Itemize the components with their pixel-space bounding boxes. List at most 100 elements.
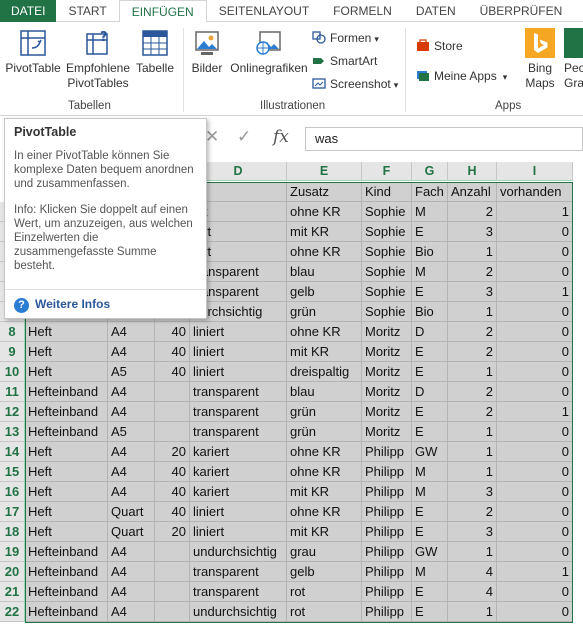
table-cell[interactable]: kariert: [190, 462, 287, 482]
table-cell[interactable]: undurchsichtig: [190, 602, 287, 622]
table-cell[interactable]: 1: [448, 362, 497, 382]
table-cell[interactable]: 1: [448, 602, 497, 622]
table-cell[interactable]: A4: [108, 442, 155, 462]
bing-maps-button[interactable]: Bing Maps: [520, 22, 560, 91]
table-cell[interactable]: ohne KR: [287, 502, 362, 522]
table-cell[interactable]: E: [412, 502, 448, 522]
insert-function-icon[interactable]: fx: [273, 127, 289, 147]
row-header[interactable]: 21: [0, 582, 25, 602]
table-cell[interactable]: Heft: [25, 322, 108, 342]
table-cell[interactable]: [155, 382, 190, 402]
table-cell[interactable]: mit KR: [287, 522, 362, 542]
table-cell[interactable]: liniert: [190, 342, 287, 362]
table-cell[interactable]: 40: [155, 362, 190, 382]
table-cell[interactable]: Philipp: [362, 602, 412, 622]
table-cell[interactable]: 1: [448, 442, 497, 462]
tab-seitenlayout[interactable]: SEITENLAYOUT: [207, 0, 321, 22]
formula-input[interactable]: was: [305, 127, 583, 151]
tab-daten[interactable]: DATEN: [404, 0, 468, 22]
table-cell[interactable]: E: [412, 402, 448, 422]
table-cell[interactable]: 0: [497, 582, 573, 602]
table-cell[interactable]: 40: [155, 342, 190, 362]
table-cell[interactable]: Heft: [25, 502, 108, 522]
table-cell[interactable]: A4: [108, 542, 155, 562]
table-cell[interactable]: kariert: [190, 442, 287, 462]
header-cell[interactable]: vorhanden: [497, 182, 573, 202]
table-cell[interactable]: transparent: [190, 382, 287, 402]
table-cell[interactable]: Sophie: [362, 282, 412, 302]
table-cell[interactable]: gelb: [287, 282, 362, 302]
table-cell[interactable]: Hefteinband: [25, 542, 108, 562]
table-cell[interactable]: mit KR: [287, 342, 362, 362]
table-cell[interactable]: Philipp: [362, 442, 412, 462]
table-cell[interactable]: E: [412, 342, 448, 362]
table-cell[interactable]: Sophie: [362, 302, 412, 322]
table-cell[interactable]: E: [412, 522, 448, 542]
onlinegrafiken-button[interactable]: Onlinegrafiken: [228, 22, 310, 76]
table-cell[interactable]: blau: [287, 382, 362, 402]
weitere-infos-link[interactable]: ? Weitere Infos: [14, 297, 110, 313]
table-cell[interactable]: Hefteinband: [25, 422, 108, 442]
table-cell[interactable]: A4: [108, 482, 155, 502]
table-cell[interactable]: M: [412, 462, 448, 482]
table-cell[interactable]: dreispaltig: [287, 362, 362, 382]
table-cell[interactable]: Moritz: [362, 402, 412, 422]
table-cell[interactable]: [155, 402, 190, 422]
table-cell[interactable]: Philipp: [362, 522, 412, 542]
table-cell[interactable]: kariert: [190, 482, 287, 502]
table-cell[interactable]: 0: [497, 222, 573, 242]
table-cell[interactable]: D: [412, 382, 448, 402]
table-cell[interactable]: 0: [497, 322, 573, 342]
empfohlene-pivottables-button[interactable]: ? Empfohlene PivotTables: [64, 22, 132, 91]
row-header[interactable]: 18: [0, 522, 25, 542]
table-cell[interactable]: A4: [108, 322, 155, 342]
table-cell[interactable]: Sophie: [362, 262, 412, 282]
table-cell[interactable]: 2: [448, 402, 497, 422]
table-cell[interactable]: E: [412, 362, 448, 382]
table-cell[interactable]: A5: [108, 362, 155, 382]
table-cell[interactable]: Hefteinband: [25, 602, 108, 622]
table-cell[interactable]: 40: [155, 482, 190, 502]
tab-ueberpruefen[interactable]: ÜBERPRÜFEN: [468, 0, 575, 22]
table-cell[interactable]: Bio: [412, 242, 448, 262]
table-cell[interactable]: 20: [155, 522, 190, 542]
table-cell[interactable]: Heft: [25, 522, 108, 542]
table-cell[interactable]: 4: [448, 562, 497, 582]
table-cell[interactable]: Hefteinband: [25, 582, 108, 602]
table-cell[interactable]: Hefteinband: [25, 402, 108, 422]
table-cell[interactable]: grün: [287, 422, 362, 442]
table-cell[interactable]: ohne KR: [287, 322, 362, 342]
table-cell[interactable]: 40: [155, 462, 190, 482]
row-header[interactable]: 13: [0, 422, 25, 442]
column-header-e[interactable]: E: [287, 162, 362, 181]
table-cell[interactable]: ohne KR: [287, 242, 362, 262]
table-cell[interactable]: 0: [497, 442, 573, 462]
table-cell[interactable]: A4: [108, 602, 155, 622]
pivottable-button[interactable]: PivotTable: [2, 22, 64, 76]
table-cell[interactable]: Philipp: [362, 482, 412, 502]
table-cell[interactable]: 2: [448, 342, 497, 362]
table-cell[interactable]: 0: [497, 242, 573, 262]
header-cell[interactable]: Zusatz: [287, 182, 362, 202]
table-cell[interactable]: M: [412, 562, 448, 582]
table-cell[interactable]: rot: [287, 602, 362, 622]
table-cell[interactable]: liniert: [190, 522, 287, 542]
table-cell[interactable]: [155, 562, 190, 582]
table-cell[interactable]: transparent: [190, 402, 287, 422]
table-cell[interactable]: Hefteinband: [25, 562, 108, 582]
table-cell[interactable]: E: [412, 602, 448, 622]
table-cell[interactable]: Philipp: [362, 462, 412, 482]
table-cell[interactable]: 1: [497, 202, 573, 222]
table-cell[interactable]: Sophie: [362, 242, 412, 262]
smartart-button[interactable]: SmartArt: [312, 51, 377, 71]
row-header[interactable]: 19: [0, 542, 25, 562]
table-cell[interactable]: Bio: [412, 302, 448, 322]
table-cell[interactable]: Philipp: [362, 502, 412, 522]
row-header[interactable]: 11: [0, 382, 25, 402]
table-cell[interactable]: Quart: [108, 522, 155, 542]
table-cell[interactable]: rot: [287, 582, 362, 602]
table-cell[interactable]: Moritz: [362, 322, 412, 342]
column-header-i[interactable]: I: [497, 162, 573, 181]
table-cell[interactable]: Hefteinband: [25, 382, 108, 402]
table-cell[interactable]: 1: [448, 542, 497, 562]
